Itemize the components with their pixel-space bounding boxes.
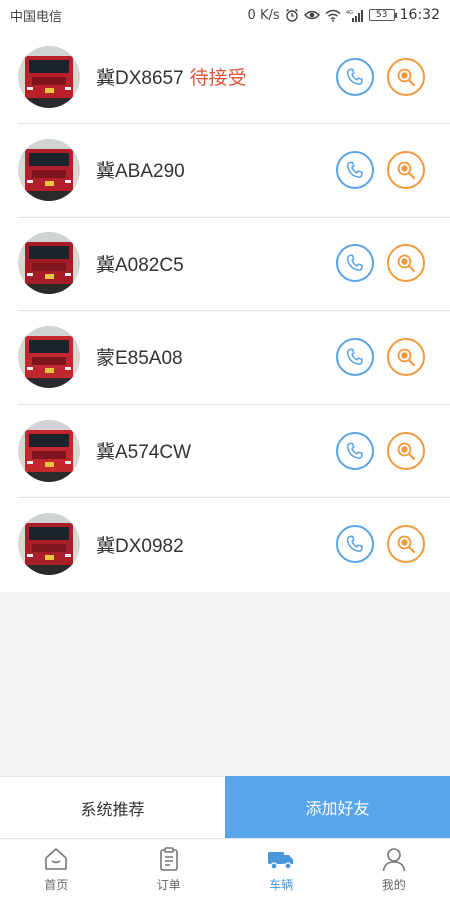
add-friend-button[interactable]: 添加好友: [225, 776, 450, 838]
truck-avatar: [18, 45, 80, 108]
plate-number: 冀A574CW: [96, 442, 192, 464]
home-icon: [45, 848, 68, 870]
tab-label: 车辆: [269, 878, 294, 892]
truck-avatar: [18, 138, 80, 201]
tab-vehicles[interactable]: 车辆: [225, 839, 338, 900]
vehicle-row[interactable]: 冀ABA290: [0, 123, 450, 217]
call-button[interactable]: [336, 244, 374, 283]
row-actions: [336, 57, 425, 96]
call-button[interactable]: [336, 525, 374, 564]
search-location-icon: [397, 68, 416, 86]
vehicle-row[interactable]: 冀A574CW: [0, 403, 450, 498]
tab-orders[interactable]: 订单: [113, 839, 226, 900]
truck-avatar: [18, 232, 80, 295]
locate-button[interactable]: [387, 57, 425, 96]
plate-label: 冀ABA290: [96, 156, 191, 183]
status-tag: 待接受: [189, 68, 247, 89]
call-button[interactable]: [336, 337, 374, 376]
search-location-icon: [397, 348, 416, 367]
locate-button[interactable]: [387, 525, 425, 564]
search-location-icon: [397, 254, 416, 273]
network-speed: 0 K/s: [247, 7, 280, 23]
phone-icon: [346, 535, 363, 553]
row-actions: [336, 431, 425, 470]
vehicle-row[interactable]: 冀DX8657 待接受: [0, 30, 450, 123]
vehicle-row[interactable]: 冀A082C5: [0, 216, 450, 311]
clipboard-icon: [159, 847, 178, 871]
battery-icon: 53: [368, 9, 397, 21]
plate-number: 冀A082C5: [96, 254, 184, 276]
plate-number: 蒙E85A08: [96, 348, 183, 370]
action-bar: 系统推荐 添加好友: [0, 776, 450, 838]
locate-button[interactable]: [387, 431, 425, 470]
plate-label: 冀A574CW: [96, 437, 197, 464]
tab-profile[interactable]: 我的: [338, 839, 450, 900]
vehicle-row[interactable]: 冀DX0982: [0, 497, 450, 591]
clock: 16:32: [399, 7, 440, 23]
alarm-icon: [285, 8, 299, 22]
system-recommend-button[interactable]: 系统推荐: [0, 776, 225, 838]
status-indicators: 0 K/s 4G 53 16:32: [248, 7, 440, 23]
phone-icon: [346, 161, 363, 178]
user-icon: [382, 848, 406, 872]
vehicle-row[interactable]: 蒙E85A08: [0, 310, 450, 404]
tab-bar: 首页 订单 车辆 我的: [0, 838, 450, 900]
locate-button[interactable]: [387, 337, 425, 376]
truck-avatar: [18, 419, 80, 482]
phone-icon: [346, 254, 363, 272]
row-actions: [336, 244, 425, 283]
search-location-icon: [397, 535, 416, 554]
plate-label: 冀DX0982: [96, 531, 190, 558]
phone-icon: [346, 442, 363, 459]
truck-avatar: [18, 513, 80, 576]
search-location-icon: [397, 161, 416, 179]
plate-number: 冀DX0982: [96, 535, 184, 557]
row-actions: [336, 525, 425, 564]
call-button[interactable]: [336, 431, 374, 470]
plate-label: 冀A082C5: [96, 250, 190, 277]
call-button[interactable]: [336, 150, 374, 189]
truck-avatar: [18, 325, 80, 388]
vehicle-list: 冀DX8657 待接受 冀ABA290 冀A082C5 蒙E85A08 冀A57…: [0, 30, 450, 592]
truck-icon: [268, 852, 294, 870]
row-actions: [336, 337, 425, 376]
locate-button[interactable]: [387, 244, 425, 283]
search-location-icon: [397, 442, 416, 460]
row-actions: [336, 150, 425, 189]
phone-icon: [346, 67, 363, 85]
carrier-name: 中国电信: [10, 9, 63, 25]
phone-icon: [346, 348, 363, 365]
svg-text:4G: 4G: [346, 10, 353, 16]
plate-number: 冀ABA290: [96, 161, 185, 183]
tab-label: 首页: [44, 878, 69, 892]
tab-label: 我的: [381, 878, 406, 892]
plate-number: 冀DX8657: [96, 68, 184, 89]
call-button[interactable]: [336, 57, 374, 96]
signal-icon: 4G: [346, 9, 364, 22]
plate-label: 冀DX8657 待接受: [96, 63, 247, 90]
locate-button[interactable]: [387, 150, 425, 189]
status-bar: 中国电信 0 K/s 4G 53 16:32: [0, 0, 450, 30]
wifi-icon: [325, 9, 341, 22]
eye-icon: [303, 9, 320, 21]
tab-label: 订单: [156, 878, 181, 892]
tab-home[interactable]: 首页: [0, 839, 113, 900]
plate-label: 蒙E85A08: [96, 343, 189, 370]
